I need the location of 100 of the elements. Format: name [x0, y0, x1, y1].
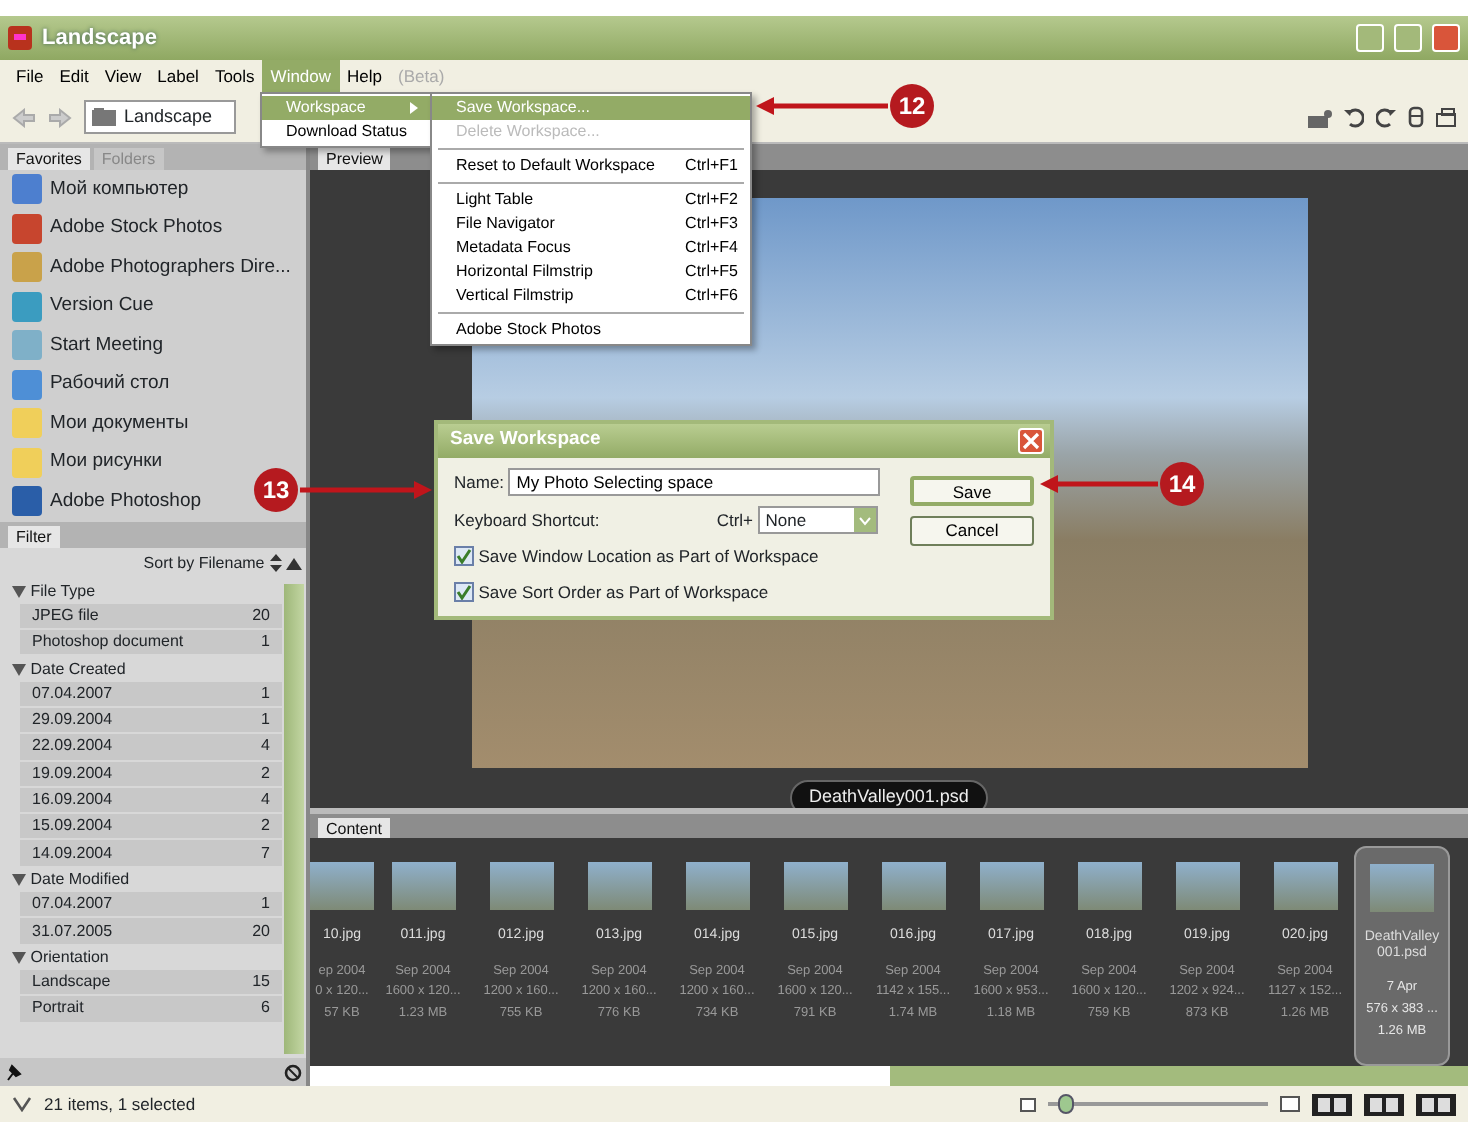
filter-label[interactable]: 15.09.2004	[32, 814, 113, 839]
filter-label[interactable]: 22.09.2004	[32, 734, 113, 759]
shortcut-dropdown[interactable]: None	[757, 506, 878, 534]
menu-item[interactable]: File	[8, 60, 52, 92]
save-button[interactable]: Save	[910, 476, 1034, 506]
photo-thumbnail[interactable]	[1370, 864, 1434, 912]
app-icon	[12, 369, 42, 400]
menu-item[interactable]: Reset to Default Workspace Ctrl+F1	[432, 154, 750, 178]
scrollbar[interactable]	[889, 1066, 1468, 1086]
photo-thumbnail[interactable]	[979, 862, 1043, 910]
favorite-label: Start Meeting	[50, 331, 163, 360]
pointer-arrow	[1040, 474, 1158, 494]
disclosure-triangle-icon[interactable]	[12, 951, 26, 964]
menu-item[interactable]: Vertical Filmstrip Ctrl+F6	[432, 284, 750, 308]
app-icon	[12, 486, 42, 517]
view-mode-icon[interactable]	[1312, 1093, 1352, 1115]
filter-label[interactable]: Landscape	[32, 970, 111, 995]
checkbox[interactable]	[454, 582, 474, 603]
photo-thumbnail[interactable]	[1273, 862, 1337, 910]
filter-label[interactable]: 29.09.2004	[32, 708, 113, 733]
menu-item[interactable]: Help	[339, 60, 391, 92]
filter-label[interactable]: Portrait	[32, 996, 84, 1021]
disclosure-triangle-icon[interactable]	[12, 585, 26, 598]
favorite-item[interactable]: Мой компьютер	[0, 170, 201, 209]
favorite-item[interactable]: Мои рисунки	[0, 443, 175, 482]
folder-icon	[12, 447, 42, 478]
large-thumbnail-icon	[1280, 1096, 1300, 1112]
path-dropdown[interactable]: Landscape	[84, 100, 236, 134]
sort-dropdown[interactable]: Sort by Filename	[143, 551, 265, 575]
favorite-label: Adobe Stock Photos	[50, 214, 223, 243]
app-icon	[12, 213, 42, 244]
rotate-left-icon[interactable]	[1344, 107, 1364, 127]
filter-label[interactable]: 31.07.2005	[32, 919, 113, 943]
window-title: Landscape	[42, 23, 157, 54]
clear-filter-icon[interactable]	[283, 1063, 302, 1081]
menu-item[interactable]: Label	[149, 60, 207, 92]
favorite-item[interactable]: Рабочий стол	[0, 365, 182, 404]
filter-group-label: File Type	[30, 579, 96, 604]
close-button[interactable]	[1432, 24, 1460, 52]
photo-thumbnail[interactable]	[391, 862, 455, 910]
checkbox-label: Save Sort Order as Part of Workspace	[478, 579, 769, 605]
photo-thumbnail[interactable]	[310, 862, 374, 910]
window-icon[interactable]	[1436, 107, 1456, 127]
menu-item[interactable]: Light Table Ctrl+F2	[432, 188, 750, 212]
menu-item[interactable]: Tools	[206, 60, 263, 92]
menu-item[interactable]: View	[96, 60, 150, 92]
favorite-item[interactable]: Adobe Stock Photos	[0, 209, 235, 248]
sort-arrows-icon[interactable]	[269, 554, 281, 572]
panel-tab[interactable]: Content	[318, 818, 391, 838]
filter-count: 1	[261, 630, 270, 655]
checkbox[interactable]	[454, 546, 474, 567]
favorite-item[interactable]: Adobe Photographers Dire...	[0, 248, 303, 287]
disclosure-triangle-icon[interactable]	[12, 663, 26, 676]
menu-item[interactable]: Horizontal Filmstrip Ctrl+F5	[432, 260, 750, 284]
filter-label[interactable]: 07.04.2007	[32, 681, 113, 706]
photo-thumbnail[interactable]	[783, 862, 847, 910]
filter-label[interactable]: 14.09.2004	[32, 841, 113, 866]
close-button[interactable]	[1018, 428, 1044, 454]
filter-count: 4	[261, 734, 270, 759]
favorite-label: Adobe Photographers Dire...	[50, 253, 291, 282]
favorite-item[interactable]: Start Meeting	[0, 326, 175, 365]
filter-group-label: Date Modified	[30, 867, 130, 892]
filter-label[interactable]: 07.04.2007	[32, 892, 113, 917]
app-icon	[12, 330, 42, 361]
photo-thumbnail[interactable]	[881, 862, 945, 910]
menu-item[interactable]: Edit	[51, 60, 97, 92]
photo-thumbnail[interactable]	[1175, 862, 1239, 910]
panel-tab[interactable]: Filter	[8, 525, 60, 547]
scrollbar[interactable]	[284, 583, 304, 1054]
photo-thumbnail[interactable]	[1077, 862, 1141, 910]
name-field[interactable]: My Photo Selecting space	[508, 468, 881, 496]
favorite-item[interactable]: Adobe Photoshop	[0, 482, 214, 521]
photo-thumbnail[interactable]	[489, 862, 553, 910]
filter-label[interactable]: JPEG file	[32, 603, 99, 628]
filter-label[interactable]: 16.09.2004	[32, 788, 113, 813]
view-mode-icon[interactable]	[1364, 1093, 1404, 1115]
zoom-slider-thumb[interactable]	[1057, 1094, 1074, 1114]
photo-thumbnail[interactable]	[685, 862, 749, 910]
panel-tab[interactable]: Favorites	[8, 148, 90, 170]
cancel-button[interactable]: Cancel	[910, 515, 1034, 545]
favorite-item[interactable]: Version Cue	[0, 287, 166, 326]
menu-item[interactable]: Adobe Stock Photos	[432, 318, 750, 342]
photo-thumbnail[interactable]	[587, 862, 651, 910]
panel-tab[interactable]: Preview	[318, 148, 391, 170]
field-label: Ctrl+	[716, 507, 753, 533]
rotate-right-icon[interactable]	[1376, 107, 1396, 127]
field-label: Keyboard Shortcut:	[454, 507, 600, 533]
menu-item[interactable]: Download Status	[262, 120, 430, 144]
menu-item[interactable]: Metadata Focus Ctrl+F4	[432, 236, 750, 260]
favorite-item[interactable]: Мои документы	[0, 404, 201, 443]
path-text: Landscape	[124, 103, 213, 130]
view-mode-icon[interactable]	[1416, 1093, 1456, 1115]
menu-item[interactable]: File Navigator Ctrl+F3	[432, 212, 750, 236]
pin-icon[interactable]	[4, 1062, 25, 1082]
collapse-icon[interactable]	[285, 557, 302, 569]
filter-label[interactable]: 19.09.2004	[32, 761, 113, 786]
filter-count: 1	[261, 892, 270, 917]
app-icon	[12, 252, 42, 283]
filter-label[interactable]: Photoshop document	[32, 630, 184, 655]
disclosure-triangle-icon[interactable]	[12, 873, 26, 886]
